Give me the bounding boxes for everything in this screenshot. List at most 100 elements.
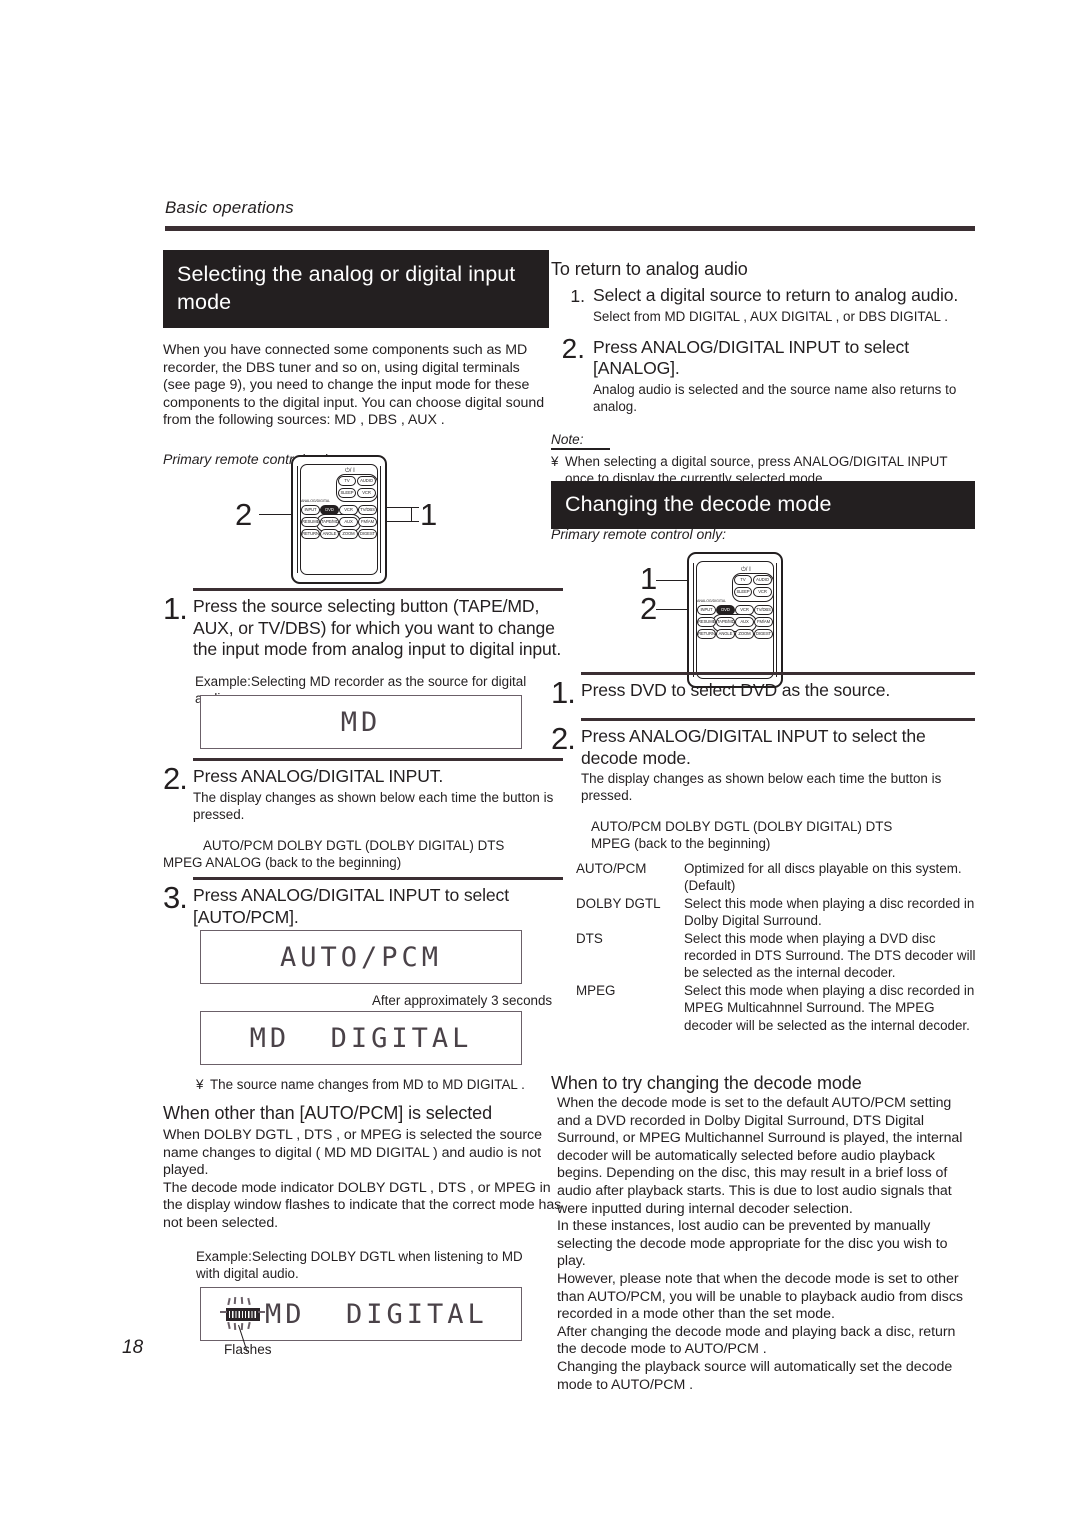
decode-mode-indicator-badge (226, 1308, 260, 1321)
remote-button-input-left[interactable]: INPUT (301, 505, 320, 515)
when-to-try-para-4: After changing the decode mode and playi… (557, 1323, 956, 1358)
remote-button-zoom-right[interactable]: ZOOM (735, 629, 754, 639)
remote-button-sleep-right[interactable]: SLEEP (734, 587, 752, 597)
decode-mode-term: MPEG (576, 982, 616, 998)
remote-button-aux-right[interactable]: AUX (735, 617, 754, 627)
step-rule (193, 758, 563, 761)
step-title: Press ANALOG/DIGITAL INPUT to select the… (581, 726, 926, 768)
remote-button-dvd-left[interactable]: DVD (320, 505, 339, 515)
return-analog-heading: To return to analog audio (551, 259, 748, 279)
remote-button-vcr-top-right[interactable]: VCR (753, 587, 772, 597)
right-step-2: 2. Press ANALOG/DIGITAL INPUT to select … (551, 718, 975, 853)
source-name-note: ¥ The source name changes from MD to MD … (196, 1076, 556, 1093)
remote-button-return-left[interactable]: RETURN (301, 529, 320, 539)
remote-button-angle-right[interactable]: ANGLE (716, 629, 735, 639)
lcd-text-md: MD (201, 707, 521, 738)
when-to-try-para-5: Changing the playback source will automa… (557, 1358, 953, 1393)
callout-number-2-right: 2 (640, 591, 658, 626)
remote-button-return-right[interactable]: RETURN (697, 629, 716, 639)
remote-button-vcr-left[interactable]: VCR (339, 505, 358, 515)
remote-button-zoom-left[interactable]: ZOOM (339, 529, 358, 539)
flashes-label: Flashes (224, 1342, 272, 1357)
lcd-display-md: MD (200, 695, 522, 749)
remote-button-digest-left[interactable]: DIGEST (358, 529, 377, 539)
table-row: AUTO/PCM Optimized for all discs playabl… (576, 860, 976, 895)
step-subtext: The display changes as shown below each … (193, 789, 554, 822)
callout-bracket-left (411, 507, 413, 522)
other-than-example: Example:Selecting DOLBY DGTL when listen… (196, 1249, 523, 1282)
note-bullet-text: The source name changes from MD to MD DI… (210, 1077, 525, 1092)
running-head: Basic operations (165, 198, 294, 217)
remote-button-tvdbs-left[interactable]: TV/DBS (358, 505, 377, 515)
remote-button-tvdbs-right[interactable]: TV/DBS (754, 605, 773, 615)
remote-button-fmam-right[interactable]: FM/AM (754, 617, 773, 627)
note-block: Note: ¥ When selecting a digital source,… (551, 431, 975, 488)
step-subtext: Select from MD DIGITAL , AUX DIGITAL , o… (593, 308, 948, 324)
table-row: DTS Select this mode when playing a DVD … (576, 930, 976, 982)
left-step-1: 1. Press the source selecting button (TA… (163, 588, 563, 707)
remote-button-audio-right[interactable]: AUDIO (753, 575, 772, 585)
remote-button-resume-left[interactable]: RESUME (301, 517, 320, 527)
remote-button-aux-left[interactable]: AUX (339, 517, 358, 527)
lcd-display-autopcm: AUTO/PCM (200, 930, 522, 984)
flash-ray (233, 1296, 236, 1305)
flash-ray (220, 1311, 227, 1313)
remote-button-digest-right[interactable]: DIGEST (754, 629, 773, 639)
analog-digital-label-right: ANALOG/DIGITAL (697, 599, 726, 603)
remote-button-input-right[interactable]: INPUT (697, 605, 716, 615)
flash-ray (227, 1321, 231, 1330)
lcd-text-autopcm: AUTO/PCM (201, 942, 521, 973)
remote-button-tv-right[interactable]: TV (734, 575, 752, 585)
callout-leader-2-left (259, 514, 291, 516)
step-number: 1. (551, 675, 576, 710)
remote-body-left: ⏻/ I ANALOG/DIGITAL TV AUDIO SLEEP VCR I… (291, 455, 387, 584)
mode-sequence-line2-right: MPEG (back to the beginning) (591, 836, 771, 852)
step-number: 3. (163, 880, 188, 915)
remote-button-resume-right[interactable]: RESUME (697, 617, 716, 627)
remote-button-audio-left[interactable]: AUDIO (357, 476, 376, 486)
right-column-top: To return to analog audio 1. Select a di… (551, 258, 975, 487)
remote-button-tapemd-right[interactable]: TAPE/MD (716, 617, 735, 627)
remote-button-dvd-right[interactable]: DVD (716, 605, 735, 615)
table-row: MPEG Select this mode when playing a dis… (576, 982, 976, 1034)
other-than-heading: When other than [AUTO/PCM] is selected (163, 1103, 493, 1123)
flash-ray (240, 1322, 243, 1331)
step-number: 2. (163, 761, 188, 796)
decode-mode-desc: Select this mode when playing a disc rec… (684, 982, 975, 1033)
remote-diagram-left: 2 1 ⏻/ I ANALOG/DIGITAL TV AUDIO SLEEP V… (163, 455, 545, 584)
flash-ray (247, 1297, 251, 1306)
decode-mode-table: AUTO/PCM Optimized for all discs playabl… (576, 860, 976, 1034)
left-step-2: 2. Press ANALOG/DIGITAL INPUT. The displ… (163, 758, 563, 871)
section-banner-analog-digital: Selecting the analog or digital input mo… (163, 250, 549, 328)
step-number: 1. (570, 286, 585, 306)
analog-digital-label-left: ANALOG/DIGITAL (301, 499, 330, 503)
remote-button-angle-left[interactable]: ANGLE (320, 529, 339, 539)
manual-page: Basic operations Selecting the analog or… (0, 0, 1080, 1528)
step-title: Press the source selecting button (TAPE/… (193, 596, 562, 659)
remote-button-vcr-top-left[interactable]: VCR (357, 488, 376, 498)
other-than-block: When other than [AUTO/PCM] is selected W… (163, 1102, 563, 1233)
between-displays-caption: After approximately 3 seconds (372, 993, 553, 1008)
table-row: DOLBY DGTL Select this mode when playing… (576, 895, 976, 930)
remote-button-fmam-left[interactable]: FM/AM (358, 517, 377, 527)
callout-number-1-right: 1 (640, 561, 658, 596)
flash-ray (258, 1311, 265, 1313)
remote-button-tapemd-left[interactable]: TAPE/MD (320, 517, 339, 527)
remote-button-sleep-left[interactable]: SLEEP (338, 488, 356, 498)
decode-mode-desc: Select this mode when playing a DVD disc… (684, 930, 976, 981)
step-rule (193, 588, 563, 591)
step-title: Press DVD to select DVD as the source. (581, 680, 891, 700)
step-subtext: Analog audio is selected and the source … (593, 381, 957, 414)
note-bullet-mark: ¥ (196, 1077, 204, 1092)
section-banner-decode-mode: Changing the decode mode (551, 481, 975, 529)
step-subtext: The display changes as shown below each … (581, 771, 942, 803)
when-to-try-para-3: However, please note that when the decod… (557, 1270, 963, 1323)
page-number: 18 (122, 1337, 144, 1358)
step-rule (193, 877, 563, 880)
remote-button-vcr-right[interactable]: VCR (735, 605, 754, 615)
remote-button-tv-left[interactable]: TV (338, 476, 356, 486)
intro-paragraph: When you have connected some components … (163, 342, 545, 429)
step-title: Press ANALOG/DIGITAL INPUT to select [AN… (593, 336, 909, 379)
when-to-try-block: When to try changing the decode mode Whe… (551, 1072, 975, 1394)
callout-leader-2-right (656, 609, 689, 611)
